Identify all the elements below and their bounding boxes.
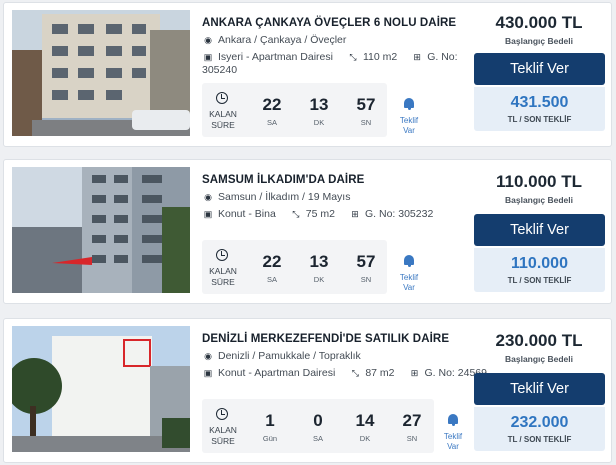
gno-text: G. No: 305232 (364, 208, 434, 220)
area-arrows-icon: ⤡ (292, 208, 300, 219)
listing-location: ◉ Samsun / İlkadım / 19 Mayıs (202, 191, 350, 203)
offer-indicator[interactable]: Teklif Var (396, 252, 422, 293)
area-arrows-icon: ⤡ (351, 367, 359, 378)
map-pin-icon: ◉ (204, 34, 212, 45)
countdown-hours: 22 SA (262, 252, 282, 284)
offer-label: Teklif Var (399, 116, 419, 135)
gno-value: 305240 (202, 64, 238, 76)
start-price: 230.000 TL Başlangıç Bedeli (495, 331, 583, 364)
parcel-grid-icon: ⊞ (351, 208, 359, 219)
location-text: Ankara / Çankaya / Öveçler (218, 34, 347, 46)
building-icon: ▣ (203, 208, 213, 219)
clock-icon (216, 249, 228, 261)
offer-indicator[interactable]: Teklif Var (396, 95, 422, 136)
listing-location: ◉ Denizli / Pamukkale / Topraklık (202, 350, 361, 362)
bid-button[interactable]: Teklif Ver (474, 373, 605, 405)
listing-details: ▣ Konut - Bina ⤡ 75 m2 ⊞ G. No: 305232 (202, 208, 434, 220)
start-price: 110.000 TL Başlangıç Bedeli (495, 172, 582, 205)
remaining-time-label: KALAN SÜRE (209, 266, 237, 287)
countdown-hours: 22 SA (262, 95, 282, 127)
listing-card[interactable]: DENİZLİ MERKEZEFENDİ'DE SATILIK DAİRE ◉ … (3, 318, 612, 463)
bid-button[interactable]: Teklif Ver (474, 214, 605, 246)
countdown-seconds: 27 SN (402, 411, 422, 443)
countdown-minutes: 13 DK (309, 95, 329, 127)
start-price: 430.000 TL Başlangıç Bedeli (495, 13, 583, 46)
listing-card[interactable]: SAMSUM İLKADIM'DA DAİRE ◉ Samsun / İlkad… (3, 159, 612, 304)
map-pin-icon: ◉ (204, 350, 212, 361)
listing-title[interactable]: SAMSUM İLKADIM'DA DAİRE (202, 174, 364, 186)
area-arrows-icon: ⤡ (349, 51, 357, 62)
property-type: Konut - Bina (218, 208, 276, 220)
offer-label: Teklif Var (443, 432, 463, 451)
property-type: Isyeri - Apartman Dairesi (218, 51, 333, 63)
location-text: Samsun / İlkadım / 19 Mayıs (218, 191, 351, 203)
location-text: Denizli / Pamukkale / Topraklık (218, 350, 361, 362)
bid-button[interactable]: Teklif Ver (474, 53, 605, 85)
offer-indicator[interactable]: Teklif Var (440, 411, 466, 452)
parcel-grid-icon: ⊞ (410, 367, 419, 378)
listing-photo[interactable] (12, 326, 190, 452)
offer-label: Teklif Var (399, 273, 419, 292)
parcel-grid-icon: ⊞ (413, 51, 421, 62)
last-bid: 232.000 TL / SON TEKLİF (474, 407, 605, 451)
building-icon: ▣ (203, 51, 213, 62)
last-bid: 431.500 TL / SON TEKLİF (474, 87, 605, 131)
listing-card[interactable]: ANKARA ÇANKAYA ÖVEÇLER 6 NOLU DAİRE ◉ An… (3, 2, 612, 147)
listing-title[interactable]: DENİZLİ MERKEZEFENDİ'DE SATILIK DAİRE (202, 333, 449, 345)
property-type: Konut - Apartman Dairesi (218, 367, 336, 379)
remaining-time-label: KALAN SÜRE (209, 109, 237, 130)
countdown-seconds: 57 SN (356, 95, 376, 127)
listing-photo[interactable] (12, 167, 190, 293)
listing-photo[interactable] (12, 10, 190, 136)
countdown-timer: KALAN SÜRE 22 SA 13 DK 57 SN (202, 83, 387, 137)
map-pin-icon: ◉ (204, 191, 212, 202)
property-area: 110 m2 (362, 51, 398, 63)
clock-icon (216, 408, 228, 420)
property-area: 75 m2 (305, 208, 335, 220)
listing-details: ▣ Konut - Apartman Dairesi ⤡ 87 m2 ⊞ G. … (202, 367, 487, 379)
clock-icon (216, 92, 228, 104)
countdown-timer: KALAN SÜRE 22 SA 13 DK 57 SN (202, 240, 387, 294)
countdown-seconds: 57 SN (356, 252, 376, 284)
countdown-timer: KALAN SÜRE 1 Gün 0 SA 14 DK 27 SN (202, 399, 434, 453)
listing-details: ▣ Isyeri - Apartman Dairesi ⤡ 110 m2 ⊞ G… (202, 51, 458, 63)
bell-icon (404, 98, 414, 110)
property-area: 87 m2 (365, 367, 395, 379)
countdown-days: 1 Gün (262, 411, 278, 443)
auction-listing: ANKARA ÇANKAYA ÖVEÇLER 6 NOLU DAİRE ◉ An… (0, 0, 616, 465)
countdown-minutes: 13 DK (309, 252, 329, 284)
building-icon: ▣ (203, 367, 213, 378)
listing-location: ◉ Ankara / Çankaya / Öveçler (202, 34, 346, 46)
bell-icon (448, 414, 458, 426)
gno-label: G. No: (427, 51, 458, 63)
remaining-time-label: KALAN SÜRE (209, 425, 237, 446)
countdown-minutes: 14 DK (355, 411, 375, 443)
countdown-hours: 0 SA (312, 411, 323, 443)
last-bid: 110.000 TL / SON TEKLİF (474, 248, 605, 292)
listing-title[interactable]: ANKARA ÇANKAYA ÖVEÇLER 6 NOLU DAİRE (202, 17, 456, 29)
bell-icon (404, 255, 414, 267)
